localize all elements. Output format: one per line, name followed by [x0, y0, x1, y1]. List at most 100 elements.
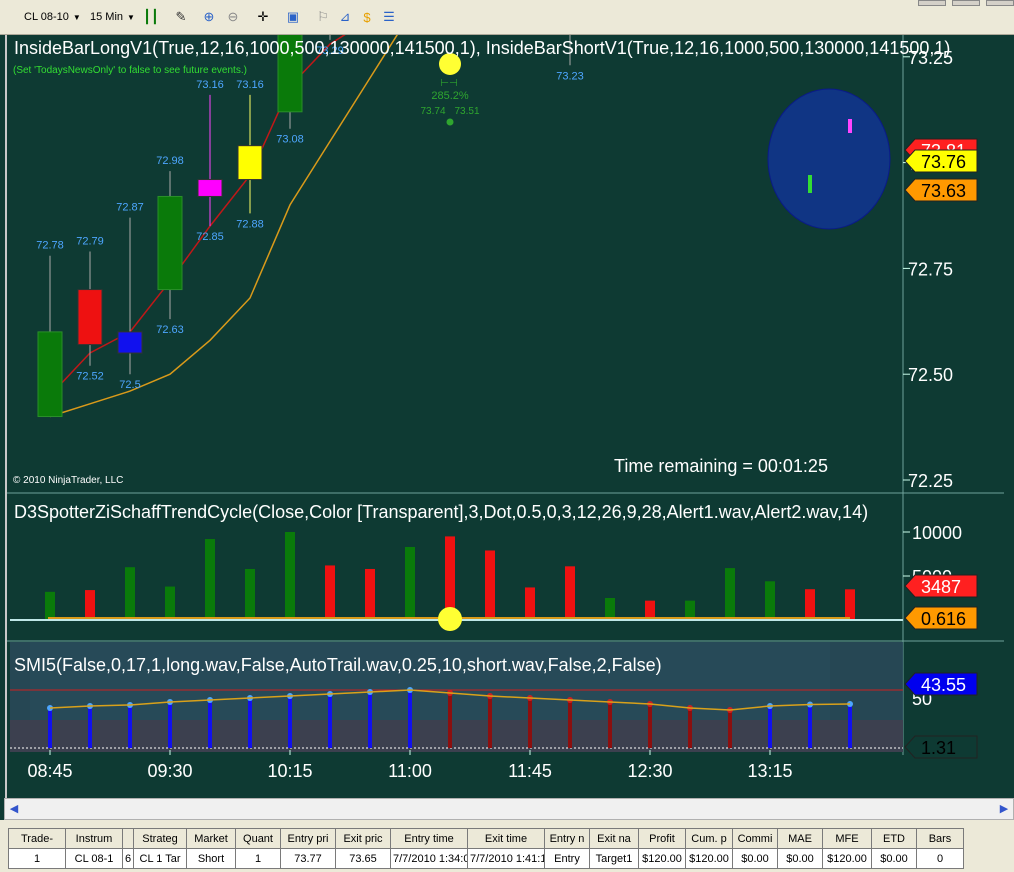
- candle-high-label: 73.16: [196, 79, 224, 91]
- minimize-button[interactable]: [918, 0, 946, 6]
- schaff-bar: [165, 586, 175, 620]
- schaff-bar: [285, 532, 295, 620]
- column-header[interactable]: Commi: [732, 828, 778, 849]
- schaff-bar: [485, 550, 495, 620]
- smi-bar: [448, 693, 452, 748]
- column-header[interactable]: Bars: [916, 828, 964, 849]
- smi-bar: [288, 696, 292, 748]
- column-header[interactable]: Entry time: [390, 828, 468, 849]
- schaff-indicator-label: D3SpotterZiSchaffTrendCycle(Close,Color …: [14, 502, 868, 522]
- separator-1: [7, 490, 1003, 498]
- table-cell: 73.77: [280, 848, 336, 869]
- interval-selector[interactable]: 15 Min ▼: [90, 7, 136, 27]
- smi-indicator-label: SMI5(False,0,17,1,long.wav,False,AutoTra…: [14, 655, 662, 675]
- schaff-bar: [605, 598, 615, 620]
- smi-bar: [608, 702, 612, 748]
- time-tick-label: 08:45: [27, 761, 72, 781]
- smi-bar: [368, 692, 372, 748]
- chart-style-icon[interactable]: ┃┃: [142, 8, 160, 26]
- column-header[interactable]: Entry n: [544, 828, 590, 849]
- smi-bar: [768, 706, 772, 748]
- close-button[interactable]: [986, 0, 1014, 6]
- trades-header-row: Trade- Instrum Strateg Market Quant Entry pri…: [8, 828, 964, 849]
- candle-low-label: 73.08: [276, 134, 304, 146]
- candle-body: [157, 195, 183, 291]
- time-tick-label: 11:00: [388, 761, 432, 781]
- time-tick-label: 11:45: [508, 761, 552, 781]
- smi-bar: [528, 698, 532, 748]
- price-marker-text: 73.76: [921, 152, 966, 172]
- strategy-icon[interactable]: ⊿: [336, 8, 354, 26]
- column-header[interactable]: Entry pri: [280, 828, 336, 849]
- table-cell: $0.00: [732, 848, 778, 869]
- price-tick-label: 72.25: [908, 471, 953, 491]
- table-cell: $0.00: [777, 848, 823, 869]
- smi-bar: [208, 700, 212, 748]
- price-indicator-label: InsideBarLongV1(True,12,16,1000,500,1300…: [14, 38, 950, 58]
- horizontal-scrollbar[interactable]: ◀ ▶: [4, 798, 1014, 820]
- smi-bar: [248, 698, 252, 748]
- candle-body: [117, 331, 143, 354]
- smi-bar: [848, 704, 852, 748]
- chart-area[interactable]: 74.2574.0073.5073.2573.0072.7572.5072.25…: [0, 35, 1014, 798]
- zoom-out-icon[interactable]: ⊖: [224, 8, 242, 26]
- instrument-selector[interactable]: CL 08-10 ▼: [24, 7, 84, 27]
- column-header[interactable]: Quant: [235, 828, 281, 849]
- price-marker-text: 73.63: [921, 181, 966, 201]
- schaff-bar: [45, 591, 55, 620]
- time-tick-label: 12:30: [627, 761, 672, 781]
- news-event-flag-icon: ⊢⊣: [440, 78, 457, 89]
- column-header[interactable]: Market: [186, 828, 236, 849]
- toolbar: CL 08-10 ▼ 15 Min ▼ ┃┃ ✎ ⊕ ⊖ ✛ ▣ ⚐ ⊿ $ ☰: [0, 0, 1014, 35]
- maximize-button[interactable]: [952, 0, 980, 6]
- candle-high-label: 73.16: [236, 79, 264, 91]
- candle-low-label: 72.63: [156, 324, 184, 336]
- column-header[interactable]: MAE: [777, 828, 823, 849]
- smi-bar: [568, 700, 572, 748]
- candle-body: [197, 179, 223, 197]
- column-header[interactable]: Cum. p: [685, 828, 733, 849]
- time-remaining-label: Time remaining = 00:01:25: [614, 456, 828, 476]
- smi-bar: [48, 708, 52, 748]
- candle-high-label: 72.87: [116, 202, 144, 214]
- table-cell: 7/7/2010 1:41:13: [467, 848, 545, 869]
- scroll-left-icon[interactable]: ◀: [7, 801, 21, 815]
- data-box-icon[interactable]: ☰: [380, 8, 398, 26]
- smi-bar: [128, 705, 132, 748]
- event-label-2: 73.51: [454, 106, 479, 117]
- schaff-bar: [765, 581, 775, 620]
- column-header[interactable]: Instrum: [65, 828, 123, 849]
- schaff-marker-text: 3487: [921, 577, 961, 597]
- column-header[interactable]: Trade-: [8, 828, 66, 849]
- properties-icon[interactable]: ▣: [284, 8, 302, 26]
- candle-body: [37, 331, 63, 418]
- event-pct-label: 285.2%: [431, 90, 469, 102]
- pencil-icon[interactable]: ✎: [172, 8, 190, 26]
- table-row[interactable]: 1 CL 08-1 6 CL 1 Tar Short 1 73.77 73.65 7/7/201…: [8, 848, 964, 869]
- indicator-icon[interactable]: ⚐: [314, 8, 332, 26]
- schaff-bar: [365, 568, 375, 620]
- column-header[interactable]: ETD: [871, 828, 917, 849]
- column-header[interactable]: MFE: [822, 828, 872, 849]
- copyright-label: © 2010 NinjaTrader, LLC: [13, 475, 123, 486]
- column-header[interactable]: Exit na: [589, 828, 639, 849]
- schaff-event-dot[interactable]: [438, 607, 462, 631]
- schaff-bar: [805, 589, 815, 620]
- smi-bar: [808, 704, 812, 748]
- zoom-in-icon[interactable]: ⊕: [200, 8, 218, 26]
- chevron-down-icon: ▼: [72, 12, 81, 22]
- crosshair-icon[interactable]: ✛: [254, 8, 272, 26]
- dollar-icon[interactable]: $: [358, 8, 376, 26]
- column-header[interactable]: Exit pric: [335, 828, 391, 849]
- column-header[interactable]: Exit time: [467, 828, 545, 849]
- column-header[interactable]: [122, 828, 134, 849]
- schaff-bar: [245, 568, 255, 620]
- column-header[interactable]: Strateg: [133, 828, 187, 849]
- column-header[interactable]: Profit: [638, 828, 686, 849]
- price-axis-markers: 73.8173.7673.63: [904, 138, 978, 202]
- smi-bar: [168, 702, 172, 748]
- price-tick-label: 72.50: [908, 365, 953, 385]
- table-cell: $120.00: [685, 848, 733, 869]
- scroll-right-icon[interactable]: ▶: [997, 801, 1011, 815]
- schaff-bar: [85, 590, 95, 620]
